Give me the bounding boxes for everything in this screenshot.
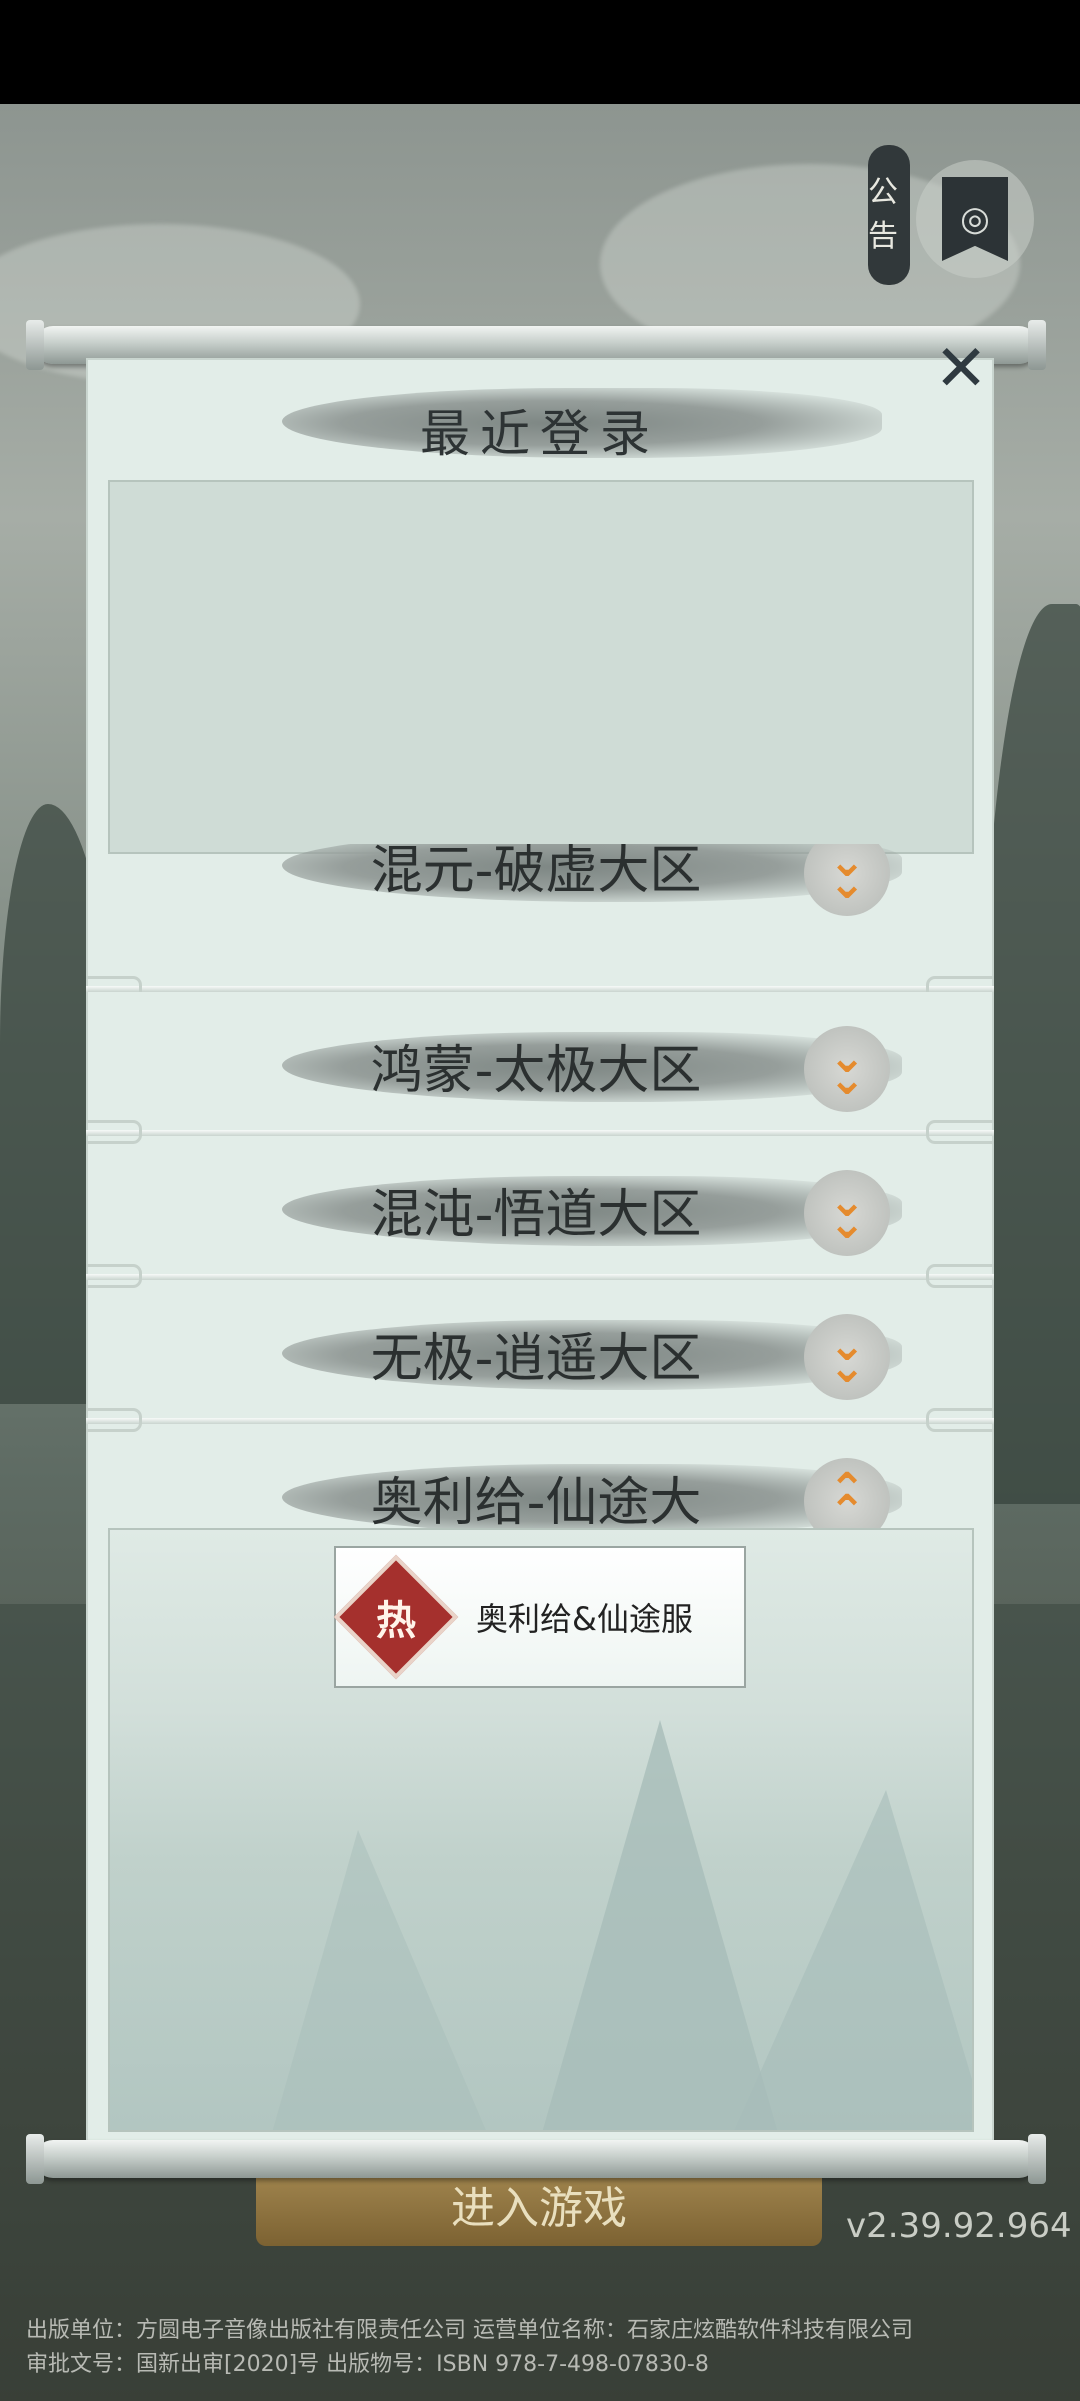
server-list: 热 奥利给&仙途服 [108, 1528, 974, 2132]
announcement-button[interactable]: 公告 [868, 145, 910, 285]
region-label: 无极-逍遥大区 [370, 1329, 702, 1389]
server-select-dialog: 最近登录 混元-破虚大区 ⌄ ⌄ 鸿蒙-太极大区 ⌄ ⌄ 混沌-悟道大区 ⌄ ⌄ 无极… [86, 358, 994, 2148]
status-bar [0, 0, 1080, 104]
region-label: 鸿蒙-太极大区 [370, 1041, 702, 1101]
version-label: v2.39.92.964 [846, 2206, 1072, 2246]
region-label: 混沌-悟道大区 [370, 1185, 702, 1245]
region-label: 奥利给-仙途大 [370, 1473, 702, 1533]
recent-login-list [108, 480, 974, 854]
server-button[interactable]: 热 奥利给&仙途服 [333, 1546, 746, 1688]
region-row[interactable]: 鸿蒙-太极大区 ⌄ ⌄ [86, 992, 994, 1144]
announcement-badge[interactable]: ◎ [916, 160, 1034, 278]
region-row[interactable]: 无极-逍遥大区 ⌄ ⌄ [86, 1280, 994, 1432]
dialog-title: 最近登录 [420, 405, 660, 463]
region-label: 混元-破虚大区 [370, 844, 702, 901]
announcement-label: 公告 [868, 175, 898, 254]
chevron-down-icon[interactable]: ⌄ ⌄ [804, 1026, 890, 1112]
chevron-down-icon[interactable]: ⌄ ⌄ [804, 1170, 890, 1256]
publisher-line: 出版单位：方圆电子音像出版社有限责任公司 运营单位名称：石家庄炫酷软件科技有限公… [26, 2318, 913, 2343]
region-row[interactable]: 混元-破虚大区 ⌄ ⌄ [86, 844, 994, 992]
close-icon[interactable]: ✕ [930, 337, 992, 401]
scroll-rod-bottom [26, 2134, 1046, 2184]
chevron-down-icon[interactable]: ⌄ ⌄ [804, 844, 890, 916]
server-name: 奥利给&仙途服 [476, 1600, 693, 1638]
region-row-expanded[interactable]: 奥利给-仙途大 ⌃ ⌃ [86, 1424, 994, 1544]
chevron-down-icon[interactable]: ⌄ ⌄ [804, 1314, 890, 1400]
approval-line: 审批文号：国新出审[2020]号 出版物号：ISBN 978-7-498-078… [26, 2352, 709, 2377]
banner-icon: ◎ [942, 177, 1008, 261]
region-row[interactable]: 混沌-悟道大区 ⌄ ⌄ [86, 1136, 994, 1288]
enter-game-label: 进入游戏 [451, 2183, 627, 2234]
hot-badge: 热 [333, 1554, 459, 1680]
